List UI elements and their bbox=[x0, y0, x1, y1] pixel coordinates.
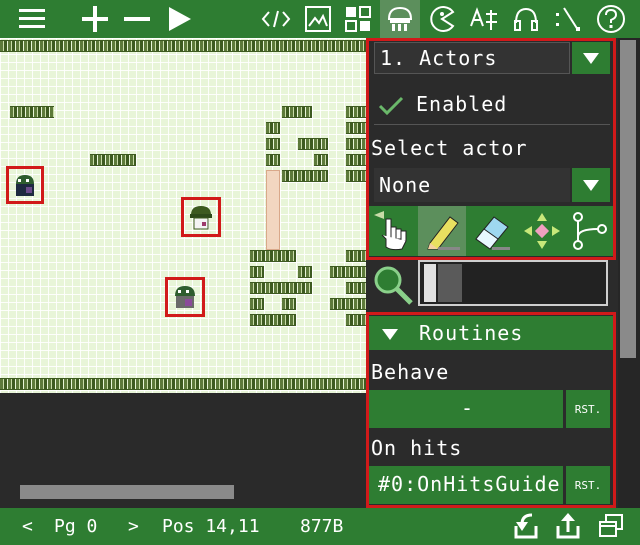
plus-icon[interactable] bbox=[78, 0, 112, 38]
headphones-icon[interactable] bbox=[508, 0, 544, 38]
tile-row bbox=[282, 170, 328, 182]
top-wall bbox=[0, 40, 366, 52]
tile-row bbox=[266, 122, 280, 134]
script-icon[interactable] bbox=[550, 0, 586, 38]
upload-icon bbox=[556, 513, 580, 539]
play-icon[interactable] bbox=[162, 0, 196, 38]
tile-row bbox=[346, 314, 366, 326]
routines-section-highlight bbox=[366, 312, 616, 508]
actor-sprite[interactable] bbox=[6, 166, 44, 204]
tile-row bbox=[250, 250, 296, 262]
prev-page-button[interactable]: < bbox=[22, 516, 33, 537]
font-icon[interactable] bbox=[464, 0, 504, 38]
tile-map[interactable] bbox=[0, 38, 366, 393]
tile-row bbox=[250, 282, 312, 294]
zoom-preview-window bbox=[438, 264, 462, 302]
panel-vertical-scroll-thumb[interactable] bbox=[620, 40, 636, 358]
map-canvas[interactable] bbox=[0, 38, 366, 508]
tile-row bbox=[346, 138, 366, 150]
zoom-button[interactable] bbox=[370, 262, 416, 308]
magnifier-icon bbox=[374, 266, 413, 305]
window-button[interactable] bbox=[598, 513, 628, 543]
tile-row bbox=[250, 298, 264, 310]
menu-icon[interactable] bbox=[12, 0, 52, 38]
tile-row bbox=[346, 250, 366, 262]
tile-row bbox=[346, 170, 366, 182]
page-indicator: Pg 0 bbox=[54, 516, 98, 537]
tile-row bbox=[282, 298, 296, 310]
zoom-preview[interactable] bbox=[418, 260, 608, 306]
top-toolbar bbox=[0, 0, 640, 38]
bottom-wall bbox=[0, 378, 366, 390]
tile-row bbox=[346, 106, 366, 118]
tile-row bbox=[250, 266, 264, 278]
tile-row bbox=[346, 122, 366, 134]
import-icon bbox=[514, 513, 538, 539]
import-button[interactable] bbox=[512, 512, 542, 542]
tile-row bbox=[282, 106, 312, 118]
export-button[interactable] bbox=[554, 512, 584, 542]
image-icon[interactable] bbox=[300, 0, 336, 38]
size-readout: 877B bbox=[300, 516, 344, 537]
tile-row bbox=[314, 154, 328, 166]
tile-row bbox=[90, 154, 136, 166]
pacman-icon[interactable] bbox=[424, 0, 460, 38]
tile-row bbox=[330, 298, 366, 310]
tile-row bbox=[266, 154, 280, 166]
tile-row bbox=[250, 314, 296, 326]
zoom-preview-marker bbox=[424, 264, 436, 302]
actors-icon[interactable] bbox=[380, 0, 420, 38]
tile-row bbox=[298, 266, 312, 278]
position-readout: Pos 14,11 bbox=[162, 516, 260, 537]
windows-icon bbox=[599, 514, 623, 537]
tile-row bbox=[330, 266, 366, 278]
tile-row bbox=[266, 138, 280, 150]
tile-row bbox=[346, 154, 366, 166]
actor-section-highlight bbox=[366, 38, 616, 260]
help-icon[interactable] bbox=[592, 0, 630, 38]
minus-icon[interactable] bbox=[120, 0, 154, 38]
map-horizontal-scroll-thumb[interactable] bbox=[20, 485, 234, 499]
actor-sprite[interactable] bbox=[165, 277, 205, 317]
actor-path bbox=[266, 170, 280, 250]
tile-row bbox=[346, 282, 366, 294]
tile-row bbox=[10, 106, 54, 118]
actor-sprite[interactable] bbox=[181, 197, 221, 237]
code-icon[interactable] bbox=[258, 0, 294, 38]
next-page-button[interactable]: > bbox=[128, 516, 139, 537]
tile-row bbox=[298, 138, 328, 150]
actor-panel: 1. Actors Enabled Select actor None Rout… bbox=[366, 38, 618, 508]
tiles-icon[interactable] bbox=[340, 0, 376, 38]
status-bar: < Pg 0 > Pos 14,11 877B bbox=[0, 508, 640, 545]
